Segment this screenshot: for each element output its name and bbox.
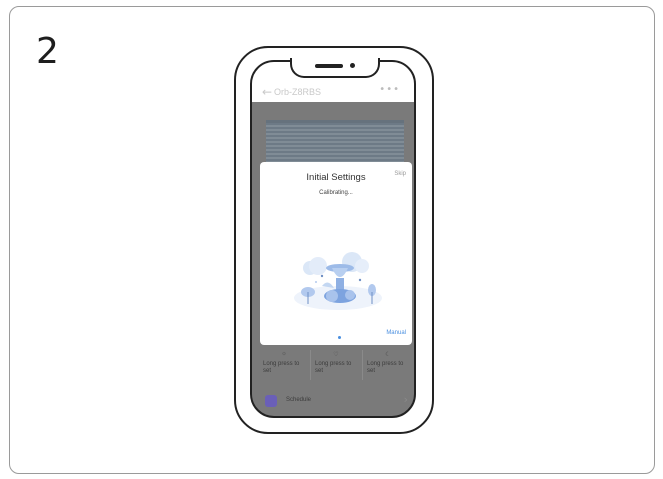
preset-label: Long press to set xyxy=(367,361,404,375)
preset-label: Long press to set xyxy=(315,361,352,375)
schedule-label: Schedule xyxy=(286,397,312,403)
skip-button[interactable]: Skip xyxy=(394,171,406,177)
initial-settings-dialog: Initial Settings Skip Calibrating... Man… xyxy=(260,162,412,345)
preset-slot-2[interactable]: ♡ Long press to set xyxy=(312,348,360,382)
schedule-row[interactable]: Schedule › xyxy=(260,392,412,414)
front-camera xyxy=(350,63,355,68)
phone-notch xyxy=(290,58,380,78)
divider xyxy=(362,350,363,380)
step-number: 2 xyxy=(36,31,59,72)
divider xyxy=(310,350,311,380)
preset-slot-1[interactable]: ☼ Long press to set xyxy=(260,348,308,382)
chevron-right-icon: › xyxy=(403,393,408,406)
more-dots-icon[interactable]: ••• xyxy=(379,84,400,95)
arrow-left-icon[interactable]: ← xyxy=(262,86,272,98)
moon-icon: ☾ xyxy=(385,352,391,358)
calendar-icon xyxy=(265,395,277,407)
preset-slot-3[interactable]: ☾ Long press to set xyxy=(364,348,412,382)
calibration-illustration xyxy=(294,252,382,310)
heart-icon: ♡ xyxy=(333,352,339,358)
page-indicator-dot xyxy=(338,336,341,339)
dialog-title: Initial Settings xyxy=(306,172,366,183)
curtain-preview xyxy=(266,120,404,165)
calibration-status: Calibrating... xyxy=(319,190,353,196)
speaker-grille xyxy=(315,64,343,68)
preset-label: Long press to set xyxy=(263,361,300,375)
manual-button[interactable]: Manual xyxy=(386,330,406,336)
device-title: Orb-Z8RBS xyxy=(274,87,322,97)
preset-row: ☼ Long press to set ♡ Long press to set … xyxy=(260,348,412,382)
phone-screen: ← Orb-Z8RBS ••• Initial Settings Skip Ca… xyxy=(250,60,416,418)
sun-icon: ☼ xyxy=(281,351,287,357)
